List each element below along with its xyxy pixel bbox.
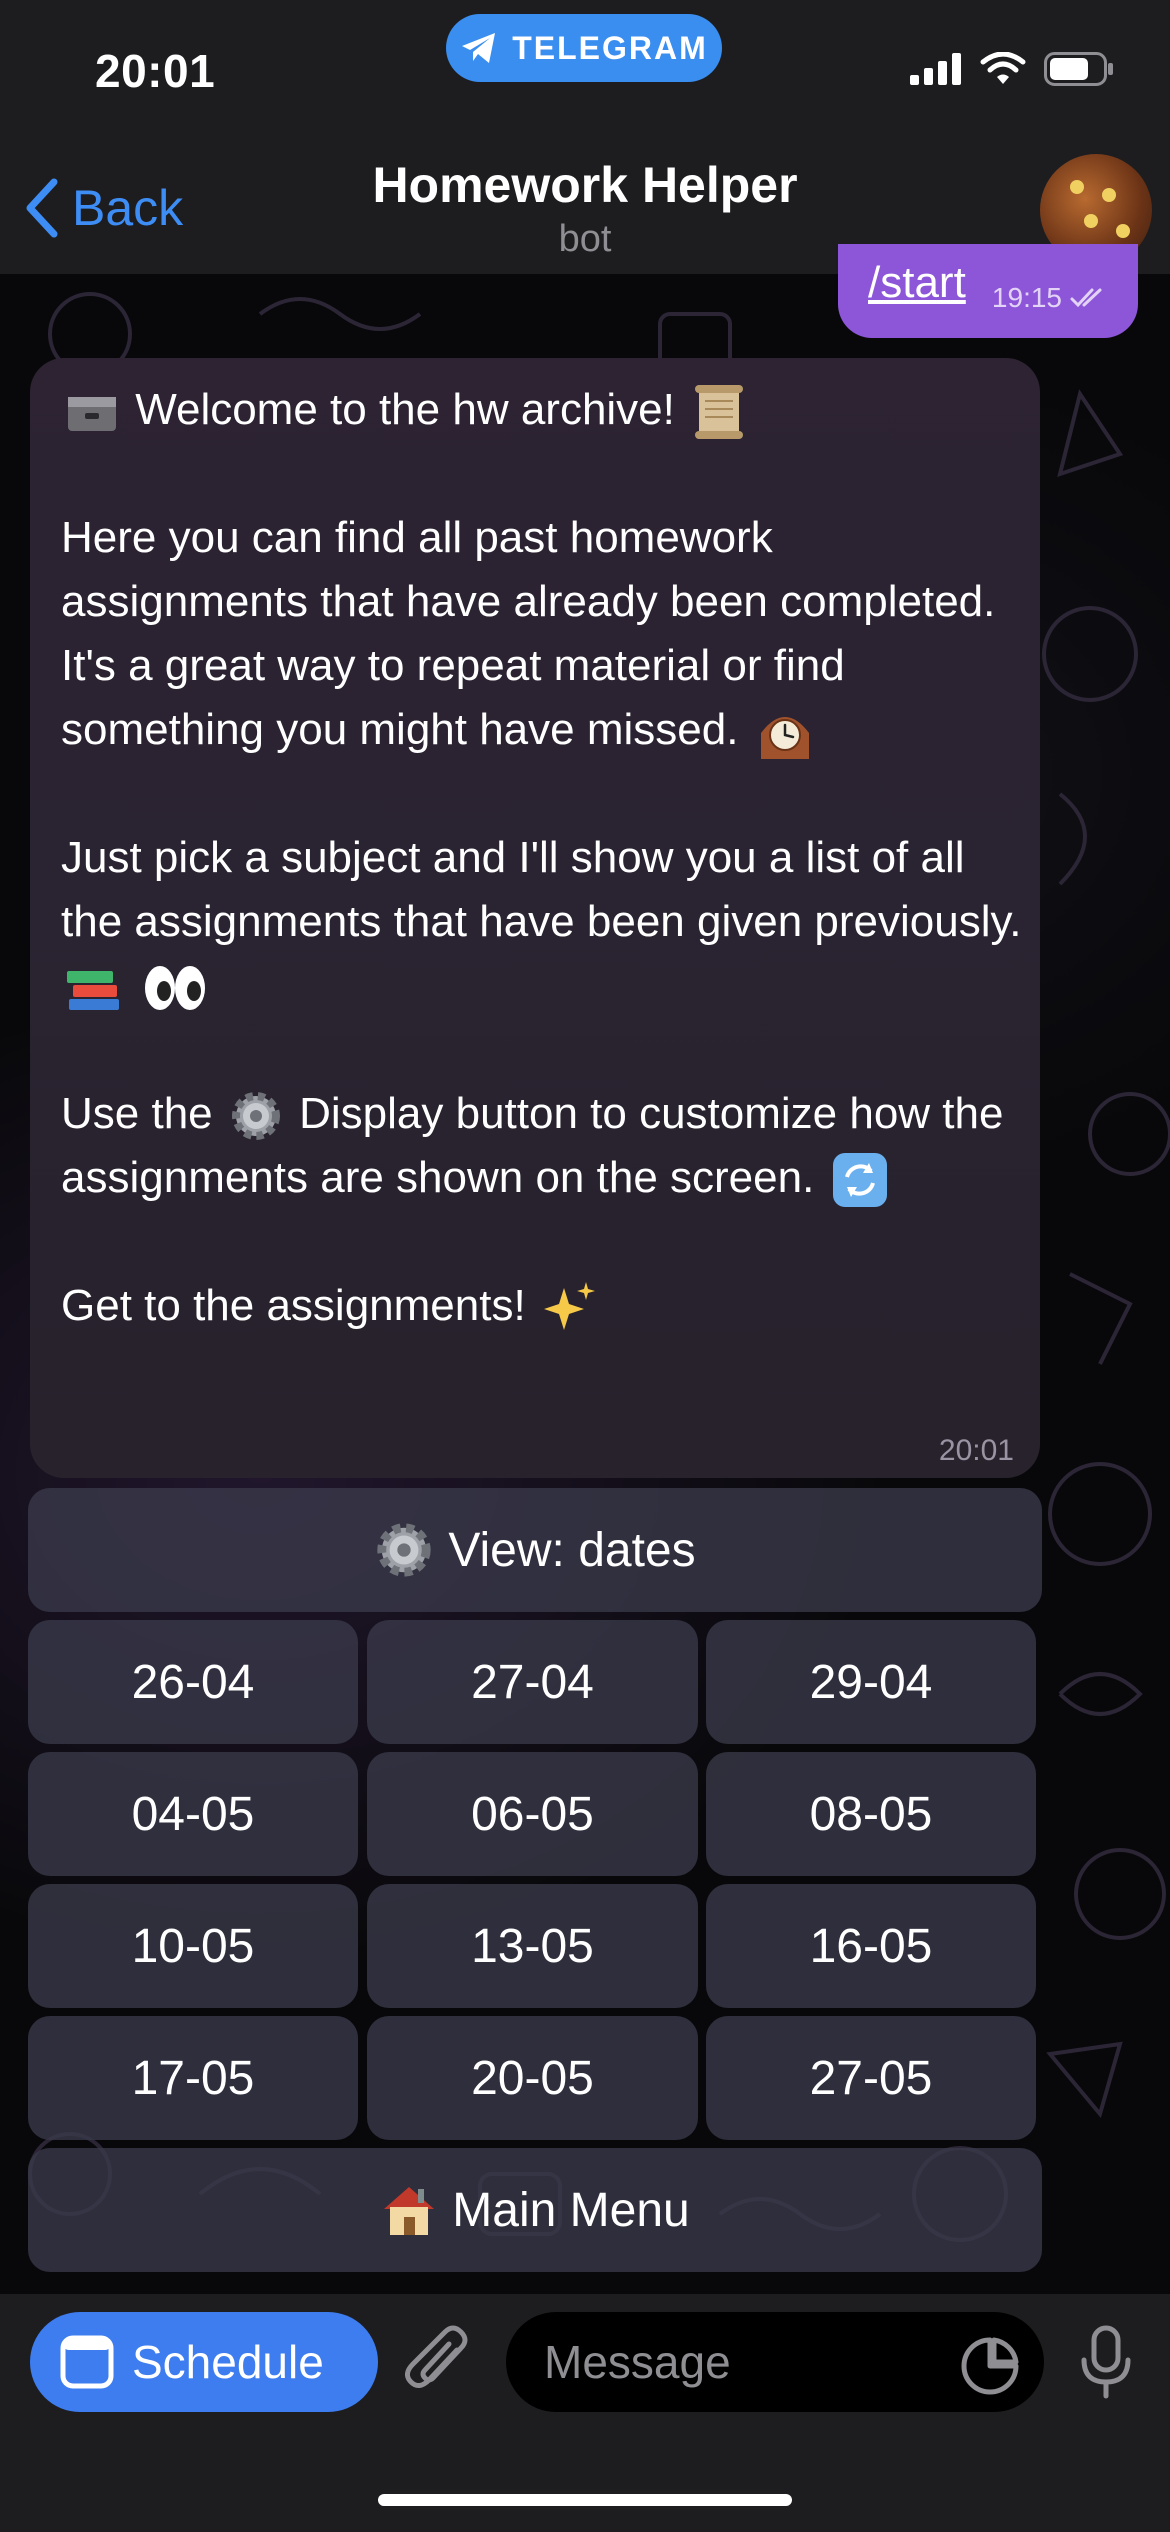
date-label: 04-05 [131, 1787, 255, 1841]
date-label: 16-05 [809, 1919, 933, 1973]
wifi-icon [980, 52, 1026, 84]
view-dates-button[interactable]: View: dates [28, 1488, 1042, 1612]
avatar-detail [1116, 224, 1130, 238]
date-label: 29-04 [809, 1655, 933, 1709]
eyes-icon [145, 966, 206, 1011]
incoming-message-bubble[interactable]: Welcome to the hw archive! Here you can … [30, 358, 1040, 1478]
telegram-pill-label: TELEGRAM [512, 29, 708, 66]
schedule-button[interactable]: Schedule [30, 2312, 378, 2412]
pick-subject-paragraph: Just pick a subject and I'll show you a … [61, 833, 1022, 946]
outgoing-message-text[interactable]: /start [868, 258, 966, 308]
date-label: 08-05 [809, 1787, 933, 1841]
welcome-line: Welcome to the hw archive! [135, 385, 675, 434]
telegram-pill[interactable]: TELEGRAM [446, 14, 722, 82]
battery-icon [1044, 52, 1113, 86]
microphone-icon[interactable] [1078, 2324, 1134, 2400]
avatar-detail [1070, 180, 1084, 194]
house-icon [384, 2187, 435, 2235]
date-label: 27-04 [471, 1655, 594, 1709]
cta-line: Get to the assignments! [61, 1281, 526, 1330]
status-time: 20:01 [95, 45, 216, 97]
date-label: 20-05 [471, 2051, 594, 2105]
mantelpiece-clock-icon [760, 717, 809, 760]
schedule-label: Schedule [132, 2336, 324, 2388]
home-indicator[interactable] [378, 2494, 792, 2506]
date-button[interactable]: 20-05 [367, 2016, 698, 2140]
intro-paragraph: Here you can find all past homework assi… [61, 513, 996, 754]
date-button[interactable]: 26-04 [28, 1620, 358, 1744]
date-button[interactable]: 04-05 [28, 1752, 358, 1876]
outgoing-message-time: 19:15 [991, 282, 1062, 313]
gear-icon [377, 1523, 432, 1577]
date-button[interactable]: 16-05 [706, 1884, 1036, 2008]
status-bar: 20:01 TELEGRAM [0, 0, 1170, 150]
card-file-box-icon [68, 397, 116, 432]
date-label: 27-05 [809, 2051, 933, 2105]
refresh-arrows-icon [832, 1153, 887, 1208]
avatar-detail [1102, 188, 1116, 202]
sticker-icon[interactable] [960, 2336, 1020, 2396]
main-menu-label: Main Menu [452, 2183, 690, 2237]
outgoing-message-bubble[interactable]: /start 19:15 [838, 244, 1138, 338]
main-menu-button[interactable]: Main Menu [28, 2148, 1042, 2272]
date-button[interactable]: 29-04 [706, 1620, 1036, 1744]
incoming-message-body: Welcome to the hw archive! Here you can … [61, 378, 1031, 1338]
paperclip-icon[interactable] [405, 2324, 475, 2400]
outgoing-message-meta: 19:15 [992, 282, 1110, 314]
signal-icon [910, 53, 961, 85]
avatar-detail [1084, 214, 1098, 228]
chat-title: Homework Helper [372, 157, 798, 213]
double-check-icon [1070, 288, 1102, 308]
date-button[interactable]: 06-05 [367, 1752, 698, 1876]
calendar-icon [60, 2335, 114, 2389]
incoming-message-time: 20:01 [938, 1434, 1014, 1467]
date-label: 13-05 [471, 1919, 594, 1973]
scroll-icon [695, 385, 744, 440]
status-icons [910, 52, 1114, 86]
date-label: 26-04 [131, 1655, 255, 1709]
date-button[interactable]: 27-05 [706, 2016, 1036, 2140]
date-label: 06-05 [471, 1787, 594, 1841]
telegram-plane-icon [462, 33, 496, 63]
date-button[interactable]: 13-05 [367, 1884, 698, 2008]
books-icon [67, 971, 119, 1011]
gear-icon [231, 1092, 280, 1141]
date-label: 10-05 [131, 1919, 255, 1973]
date-button[interactable]: 17-05 [28, 2016, 358, 2140]
date-label: 17-05 [131, 2051, 255, 2105]
date-button[interactable]: 10-05 [28, 1884, 358, 2008]
date-button[interactable]: 08-05 [706, 1752, 1036, 1876]
display-paragraph-start: Use the [61, 1089, 213, 1138]
sparkles-icon [543, 1282, 595, 1331]
view-dates-label: View: dates [448, 1523, 696, 1577]
date-button[interactable]: 27-04 [367, 1620, 698, 1744]
